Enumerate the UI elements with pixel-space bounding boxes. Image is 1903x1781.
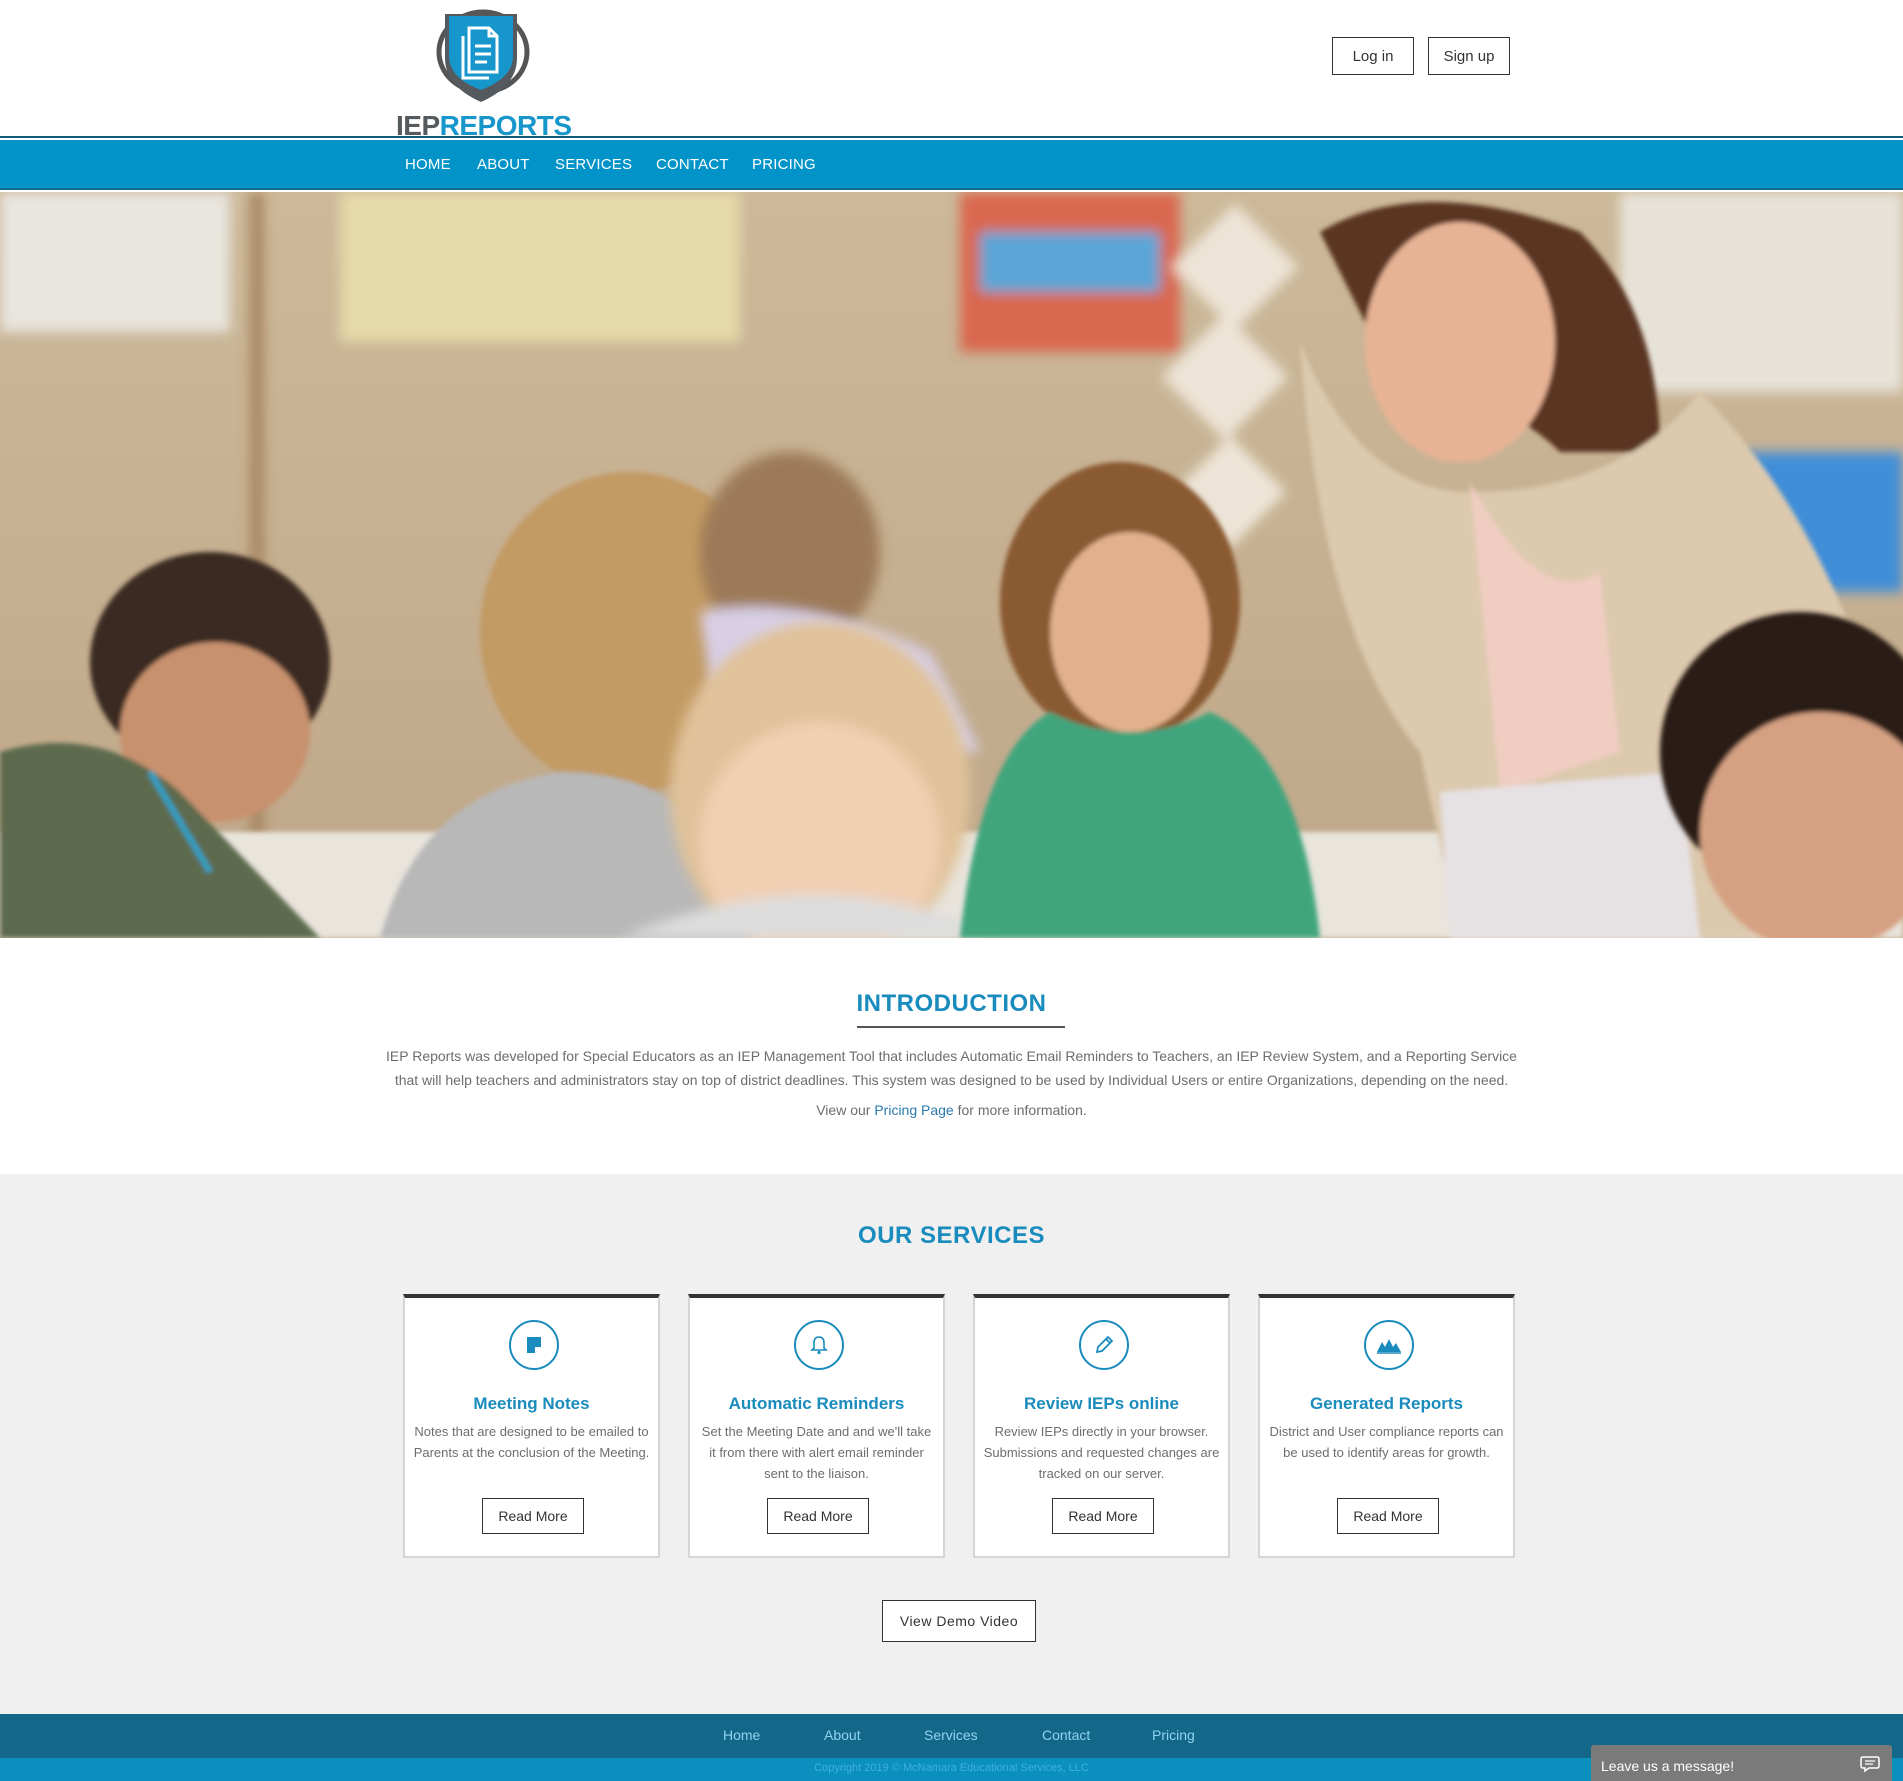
footer-link-home[interactable]: Home — [723, 1727, 760, 1743]
nav-contact[interactable]: CONTACT — [656, 156, 729, 173]
read-more-button[interactable]: Read More — [767, 1498, 869, 1534]
nav-home[interactable]: HOME — [405, 156, 451, 173]
services-section: OUR SERVICES Meeting Notes Notes that ar… — [0, 1174, 1903, 1714]
nav-services[interactable]: SERVICES — [555, 156, 632, 173]
bell-icon — [794, 1320, 844, 1370]
chat-bubble-icon — [1860, 1755, 1880, 1778]
card-title: Generated Reports — [1309, 1394, 1464, 1413]
introduction-heading: INTRODUCTION — [856, 990, 1047, 1017]
signup-button[interactable]: Sign up — [1428, 37, 1510, 75]
service-card-automatic-reminders: Automatic Reminders Set the Meeting Date… — [688, 1294, 945, 1558]
pricing-prefix: View our — [816, 1102, 871, 1118]
heading-underline — [857, 1026, 1065, 1028]
site-header: IEPREPORTS Log in Sign up — [0, 0, 1903, 141]
nav-about[interactable]: ABOUT — [477, 156, 530, 173]
shield-document-icon — [436, 9, 530, 102]
services-heading: OUR SERVICES — [858, 1222, 1045, 1249]
hero-classroom-image — [0, 192, 1903, 938]
login-button[interactable]: Log in — [1332, 37, 1414, 75]
footer-link-pricing[interactable]: Pricing — [1152, 1727, 1195, 1743]
logo-wordmark: IEPREPORTS — [396, 110, 572, 142]
logo-text-reports: REPORTS — [439, 110, 572, 141]
read-more-button[interactable]: Read More — [1337, 1498, 1439, 1534]
card-description: Set the Meeting Date and and we'll take … — [701, 1424, 932, 1481]
introduction-body: IEP Reports was developed for Special Ed… — [386, 1048, 1517, 1088]
hero-illustration — [0, 192, 1903, 938]
nav-pricing[interactable]: PRICING — [752, 156, 816, 173]
footer-link-about[interactable]: About — [824, 1727, 861, 1743]
chat-label: Leave us a message! — [1601, 1758, 1735, 1774]
card-description: District and User compliance reports can… — [1269, 1424, 1504, 1460]
pricing-note: View our Pricing Page for more informati… — [0, 1102, 1903, 1118]
iep-reports-logo[interactable]: IEPREPORTS — [396, 6, 572, 141]
chart-icon — [1364, 1320, 1414, 1370]
main-nav: HOME ABOUT SERVICES CONTACT PRICING — [0, 140, 1903, 190]
note-icon — [509, 1320, 559, 1370]
service-card-generated-reports: Generated Reports District and User comp… — [1258, 1294, 1515, 1558]
card-title: Review IEPs online — [1024, 1394, 1179, 1413]
read-more-button[interactable]: Read More — [1052, 1498, 1154, 1534]
introduction-section: INTRODUCTION IEP Reports was developed f… — [0, 938, 1903, 1174]
logo-text-iep: IEP — [396, 110, 440, 141]
card-description: Notes that are designed to be emailed to… — [413, 1424, 650, 1460]
view-demo-video-button[interactable]: View Demo Video — [882, 1600, 1036, 1642]
service-card-meeting-notes: Meeting Notes Notes that are designed to… — [403, 1294, 660, 1558]
read-more-button[interactable]: Read More — [482, 1498, 584, 1534]
pencil-icon — [1079, 1320, 1129, 1370]
card-title: Meeting Notes — [473, 1394, 590, 1413]
card-title: Automatic Reminders — [728, 1394, 905, 1413]
footer-link-contact[interactable]: Contact — [1042, 1727, 1090, 1743]
leave-message-chat-widget[interactable]: Leave us a message! — [1591, 1745, 1892, 1781]
footer-link-services[interactable]: Services — [924, 1727, 978, 1743]
pricing-suffix: for more information. — [957, 1102, 1087, 1118]
card-description: Review IEPs directly in your browser. Su… — [983, 1424, 1220, 1481]
pricing-page-link[interactable]: Pricing Page — [874, 1102, 953, 1118]
service-card-review-ieps: Review IEPs online Review IEPs directly … — [973, 1294, 1230, 1558]
